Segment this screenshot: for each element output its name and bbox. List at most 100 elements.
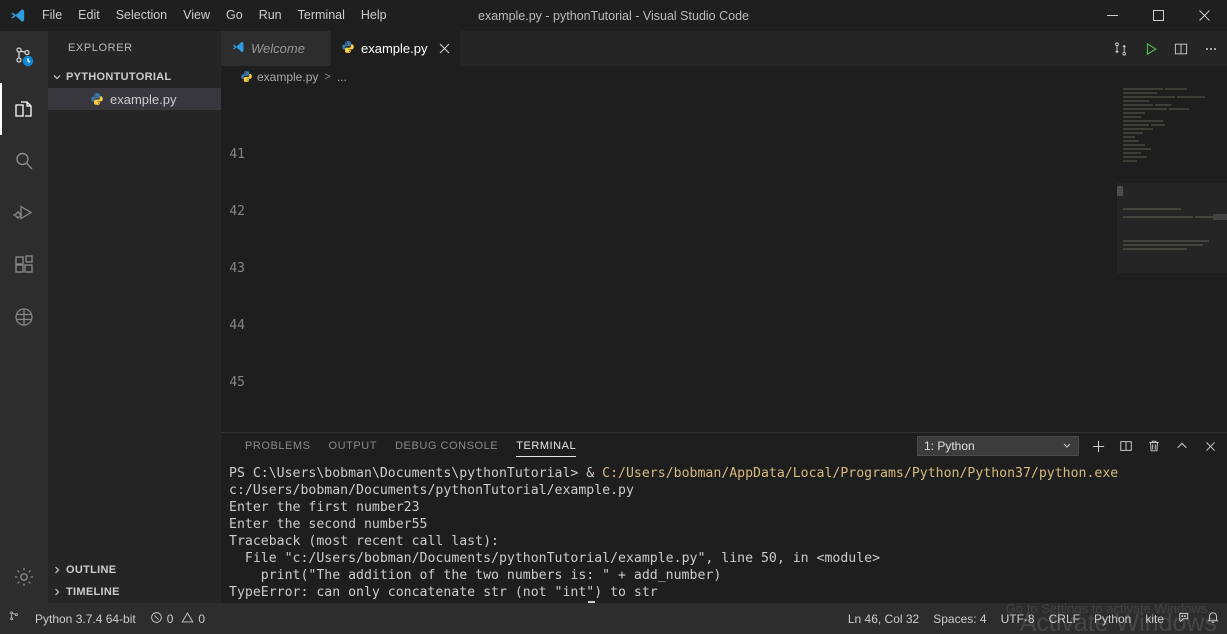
minimap-segment: [1123, 132, 1143, 134]
status-feedback[interactable]: [1171, 603, 1199, 634]
run-python-file-icon[interactable]: [1143, 41, 1159, 57]
terminal-selector-value: 1: Python: [924, 439, 975, 453]
activity-extensions-icon[interactable]: [0, 239, 48, 291]
status-bar-right: Ln 46, Col 32 Spaces: 4 UTF-8 CRLF Pytho…: [841, 603, 1227, 634]
code-line: 43: [221, 259, 1227, 278]
terminal-selector-dropdown[interactable]: 1: Python: [917, 436, 1079, 456]
minimap[interactable]: [1117, 88, 1227, 440]
editor-actions: [1113, 31, 1227, 66]
split-terminal-icon[interactable]: [1117, 437, 1135, 455]
menu-bar[interactable]: File Edit Selection View Go Run Terminal…: [34, 0, 395, 31]
code-editor[interactable]: 41 42 43 44 45: [221, 88, 1227, 440]
close-panel-icon[interactable]: [1201, 437, 1219, 455]
panel-tab-problems[interactable]: PROBLEMS: [236, 433, 320, 459]
activity-explorer-icon[interactable]: [0, 83, 48, 135]
minimap-segment: [1123, 116, 1141, 118]
minimap-line: [1117, 160, 1227, 163]
breadcrumb[interactable]: example.py > ...: [221, 66, 1227, 88]
minimap-line: [1117, 140, 1227, 143]
activity-search-icon[interactable]: [0, 135, 48, 187]
minimap-line: [1117, 108, 1227, 111]
sidebar-section-outline-label: OUTLINE: [66, 564, 117, 576]
minimap-line: [1117, 164, 1227, 167]
chevron-right-icon: [48, 587, 66, 597]
code-line: 42: [221, 202, 1227, 221]
feedback-smiley-icon: [1178, 610, 1192, 627]
activity-settings-gear-icon[interactable]: [0, 551, 48, 603]
editor-tab-bar: Welcome example.py: [221, 31, 1227, 66]
breadcrumb-file[interactable]: example.py: [257, 70, 318, 84]
explorer-folder-row[interactable]: PYTHONTUTORIAL: [48, 66, 221, 88]
menu-go[interactable]: Go: [218, 0, 251, 31]
minimap-segment: [1123, 100, 1149, 102]
menu-selection[interactable]: Selection: [108, 0, 175, 31]
menu-run[interactable]: Run: [251, 0, 290, 31]
sidebar: EXPLORER PYTHONTUTORIAL example.py OUTLI…: [48, 31, 221, 603]
error-icon: [150, 611, 163, 627]
tab-example-py[interactable]: example.py: [331, 31, 462, 66]
more-actions-icon[interactable]: [1203, 41, 1219, 57]
breadcrumb-overflow[interactable]: ...: [337, 70, 347, 84]
terminal-line: Traceback (most recent call last):: [229, 534, 499, 549]
minimap-segment: [1123, 144, 1145, 146]
activity-run-debug-icon[interactable]: [0, 187, 48, 239]
status-kite[interactable]: kite: [1138, 603, 1171, 634]
minimap-line: [1117, 172, 1227, 175]
minimap-line: [1117, 168, 1227, 171]
minimap-line: [1117, 120, 1227, 123]
status-indentation[interactable]: Spaces: 4: [926, 603, 993, 634]
line-number: 44: [229, 318, 245, 333]
kill-terminal-trash-icon[interactable]: [1145, 437, 1163, 455]
sidebar-section-timeline[interactable]: TIMELINE: [48, 581, 221, 603]
terminal-output[interactable]: PS C:\Users\bobman\Documents\pythonTutor…: [221, 459, 1227, 618]
window-controls: [1089, 0, 1227, 31]
status-cursor-position[interactable]: Ln 46, Col 32: [841, 603, 926, 634]
new-terminal-icon[interactable]: [1089, 437, 1107, 455]
minimap-slider[interactable]: [1117, 183, 1227, 273]
editor-vertical-scrollbar[interactable]: [1213, 214, 1227, 220]
activity-bar: [0, 31, 48, 603]
minimap-line: [1117, 112, 1227, 115]
maximize-panel-icon[interactable]: [1173, 437, 1191, 455]
minimap-segment: [1155, 104, 1171, 106]
panel-tab-output[interactable]: OUTPUT: [320, 433, 387, 459]
menu-terminal[interactable]: Terminal: [290, 0, 353, 31]
title-bar: File Edit Selection View Go Run Terminal…: [0, 0, 1227, 31]
close-window-button[interactable]: [1181, 0, 1227, 31]
tab-close-icon[interactable]: [439, 42, 450, 56]
menu-edit[interactable]: Edit: [70, 0, 108, 31]
minimap-segment: [1123, 148, 1151, 150]
activity-source-control-history-icon[interactable]: [0, 31, 48, 83]
sidebar-section-timeline-label: TIMELINE: [66, 586, 120, 598]
status-eol[interactable]: CRLF: [1042, 603, 1087, 634]
status-python-interpreter[interactable]: Python 3.7.4 64-bit: [28, 603, 143, 634]
status-errors-warnings[interactable]: 0 0: [143, 603, 212, 634]
status-notifications[interactable]: [1199, 603, 1227, 634]
sidebar-section-outline[interactable]: OUTLINE: [48, 559, 221, 581]
status-encoding[interactable]: UTF-8: [994, 603, 1042, 634]
bell-icon: [1206, 610, 1220, 627]
maximize-button[interactable]: [1135, 0, 1181, 31]
status-remote-indicator[interactable]: [0, 603, 28, 634]
split-compare-icon[interactable]: [1113, 41, 1129, 57]
minimap-segment: [1123, 104, 1153, 106]
python-file-icon: [90, 92, 104, 106]
minimap-line: [1117, 152, 1227, 155]
panel-tab-debug-console[interactable]: DEBUG CONSOLE: [386, 433, 507, 459]
menu-view[interactable]: View: [175, 0, 218, 31]
split-editor-icon[interactable]: [1173, 41, 1189, 57]
terminal-line: Enter the second number55: [229, 517, 428, 532]
code-line: 44: [221, 316, 1227, 335]
minimap-segment: [1123, 160, 1137, 162]
error-count: 0: [166, 611, 174, 626]
minimize-button[interactable]: [1089, 0, 1135, 31]
sidebar-file-example-py[interactable]: example.py: [48, 88, 221, 110]
activity-remote-globe-icon[interactable]: [0, 291, 48, 343]
chevron-right-icon: [48, 565, 66, 575]
panel-tab-terminal[interactable]: TERMINAL: [507, 433, 585, 459]
code-line: 45: [221, 373, 1227, 392]
menu-file[interactable]: File: [34, 0, 70, 31]
tab-welcome[interactable]: Welcome: [221, 31, 331, 66]
status-language-mode[interactable]: Python: [1087, 603, 1138, 634]
menu-help[interactable]: Help: [353, 0, 395, 31]
